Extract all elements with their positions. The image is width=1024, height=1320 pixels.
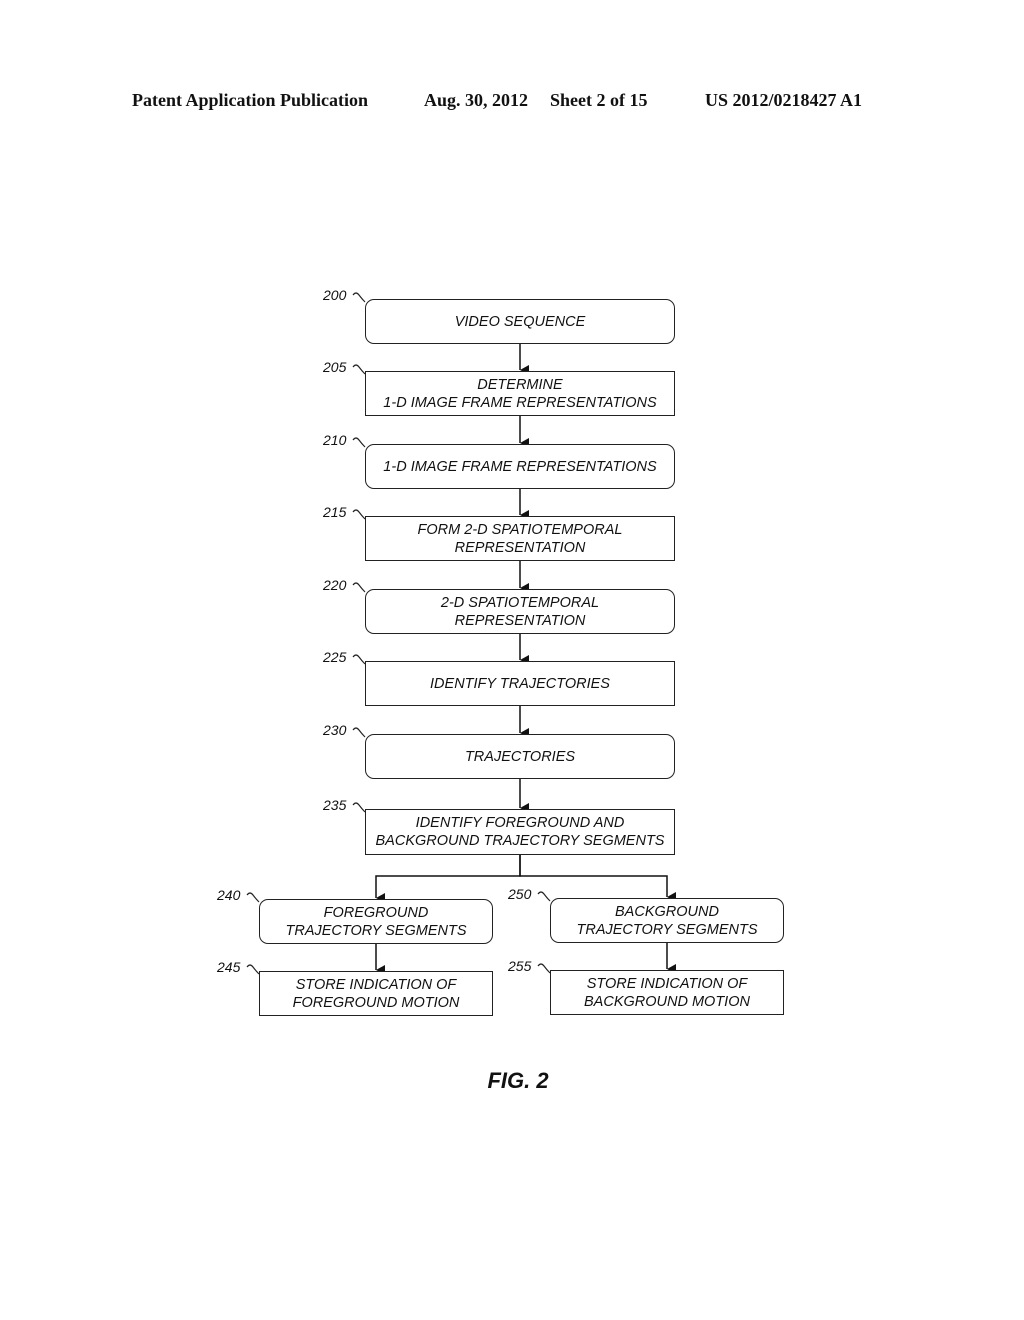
flow-node-215: FORM 2-D SPATIOTEMPORAL REPRESENTATION <box>365 516 675 561</box>
reference-numeral: 215 <box>323 504 347 520</box>
flow-node-255: STORE INDICATION OF BACKGROUND MOTION <box>550 970 784 1015</box>
node-text-line: STORE INDICATION OF <box>586 975 748 992</box>
node-text-line: FORM 2-D SPATIOTEMPORAL <box>417 521 623 538</box>
leader-line <box>537 963 551 974</box>
node-text-line: 1-D IMAGE FRAME REPRESENTATIONS <box>383 458 657 475</box>
node-text-line: DETERMINE <box>477 376 563 393</box>
leader-line <box>537 891 551 902</box>
leader-line <box>352 437 366 448</box>
flow-node-210: 1-D IMAGE FRAME REPRESENTATIONS <box>365 444 675 489</box>
reference-numeral: 250 <box>508 886 532 902</box>
figure-label: FIG. 2 <box>487 1068 549 1093</box>
arrow-235-to-240 <box>375 855 521 903</box>
reference-numeral: 200 <box>323 287 347 303</box>
node-text-line: 2-D SPATIOTEMPORAL <box>440 594 600 611</box>
reference-numeral: 240 <box>217 887 241 903</box>
node-text-line: BACKGROUND MOTION <box>584 993 750 1010</box>
leader-line <box>352 727 366 738</box>
reference-numeral: 210 <box>323 432 347 448</box>
leader-line <box>352 509 366 520</box>
reference-numeral: 230 <box>323 722 347 738</box>
leader-line <box>352 654 366 665</box>
leader-line <box>352 582 366 593</box>
flowchart-connectors <box>246 292 676 975</box>
node-text-line: IDENTIFY FOREGROUND AND <box>415 815 625 831</box>
leader-line <box>352 292 366 303</box>
flow-node-240: FOREGROUND TRAJECTORY SEGMENTS <box>259 899 493 944</box>
flow-node-230: TRAJECTORIES <box>365 734 675 779</box>
node-text-line: BACKGROUND <box>615 903 719 920</box>
reference-numeral: 255 <box>508 958 532 974</box>
node-text-line: TRAJECTORIES <box>464 748 576 765</box>
reference-numeral: 205 <box>323 359 347 375</box>
node-text-line: FOREGROUND <box>323 904 429 921</box>
reference-numeral: 225 <box>323 649 347 665</box>
flow-node-250: BACKGROUND TRAJECTORY SEGMENTS <box>550 898 784 943</box>
flow-node-220: 2-D SPATIOTEMPORAL REPRESENTATION <box>365 589 675 634</box>
reference-numeral: 220 <box>323 577 347 593</box>
leader-line <box>352 364 366 375</box>
node-text-line: REPRESENTATION <box>454 539 586 556</box>
arrow-235-to-250 <box>519 855 676 902</box>
leader-line <box>352 802 366 813</box>
node-text-line: 1-D IMAGE FRAME REPRESENTATIONS <box>383 394 657 411</box>
flow-node-235: IDENTIFY FOREGROUND AND BACKGROUND TRAJEC… <box>365 809 675 855</box>
leader-line <box>246 892 260 903</box>
node-text-line: IDENTIFY TRAJECTORIES <box>430 675 610 692</box>
flow-node-200: VIDEO SEQUENCE <box>365 299 675 344</box>
leader-line <box>246 964 260 975</box>
node-text-line: FOREGROUND MOTION <box>292 994 460 1011</box>
flow-node-205: DETERMINE 1-D IMAGE FRAME REPRESENTATIONS <box>365 371 675 416</box>
reference-numeral: 235 <box>323 797 347 813</box>
node-text-line: TRAJECTORY SEGMENTS <box>576 921 758 938</box>
node-text-line: BACKGROUND TRAJECTORY SEGMENTS <box>375 833 665 849</box>
node-text-line: REPRESENTATION <box>454 612 586 629</box>
node-text-line: TRAJECTORY SEGMENTS <box>285 922 467 939</box>
node-text-line: VIDEO SEQUENCE <box>454 313 586 330</box>
reference-numeral: 245 <box>217 959 241 975</box>
flow-node-225: IDENTIFY TRAJECTORIES <box>365 661 675 706</box>
flow-node-245: STORE INDICATION OF FOREGROUND MOTION <box>259 971 493 1016</box>
node-text-line: STORE INDICATION OF <box>295 976 457 993</box>
